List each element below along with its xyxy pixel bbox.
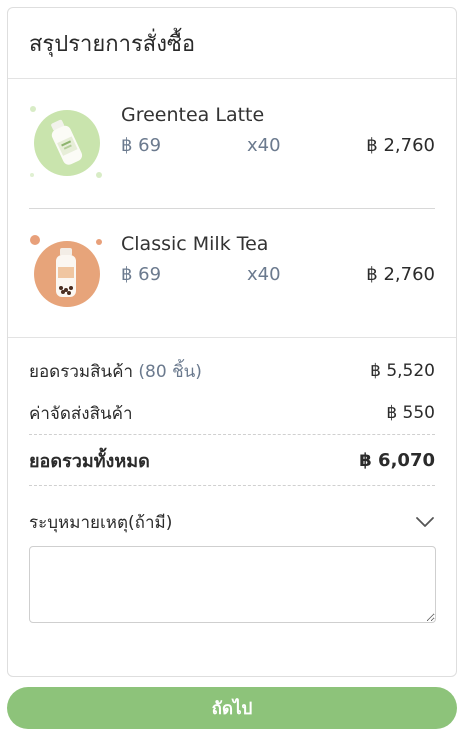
subtotal-row: ยอดรวมสินค้า (80 ชิ้น) ฿ 5,520 [29, 338, 435, 396]
item-total-price: ฿ 2,760 [366, 264, 435, 285]
milktea-bottle-icon [30, 235, 102, 307]
item-unit-price: ฿ 69 [121, 135, 162, 156]
item-name: Greentea Latte [121, 104, 265, 126]
item-total-price: ฿ 2,760 [366, 135, 435, 156]
item-quantity: x40 [247, 135, 281, 156]
shipping-value: ฿ 550 [386, 403, 435, 423]
shipping-row: ค่าจัดส่งสินค้า ฿ 550 [29, 396, 435, 434]
order-summary-card: สรุปรายการสั่งซื้อ Greentea Latte ฿ 69 x… [7, 7, 457, 677]
list-item: Classic Milk Tea ฿ 69 x40 ฿ 2,760 [29, 208, 435, 337]
subtotal-label: ยอดรวมสินค้า [29, 361, 134, 382]
grand-total-value: ฿ 6,070 [359, 449, 435, 471]
greentea-bottle-icon [30, 106, 102, 178]
card-header: สรุปรายการสั่งซื้อ [8, 8, 456, 79]
subtotal-label-group: ยอดรวมสินค้า (80 ชิ้น) [29, 358, 202, 385]
chevron-down-icon[interactable] [415, 512, 435, 532]
item-name: Classic Milk Tea [121, 233, 269, 255]
subtotal-count: (80 ชิ้น) [138, 361, 202, 382]
item-unit-price: ฿ 69 [121, 264, 162, 285]
list-item: Greentea Latte ฿ 69 x40 ฿ 2,760 [29, 79, 435, 208]
note-label: ระบุหมายเหตุ(ถ้ามี) [29, 512, 173, 533]
subtotal-value: ฿ 5,520 [370, 361, 435, 381]
order-items-list: Greentea Latte ฿ 69 x40 ฿ 2,760 Classic … [8, 79, 456, 337]
note-textarea[interactable] [29, 546, 436, 623]
item-quantity: x40 [247, 264, 281, 285]
grand-total-label: ยอดรวมทั้งหมด [29, 450, 150, 472]
shipping-label: ค่าจัดส่งสินค้า [29, 403, 133, 424]
price-summary: ยอดรวมสินค้า (80 ชิ้น) ฿ 5,520 ค่าจัดส่ง… [8, 337, 456, 623]
grand-total-row: ยอดรวมทั้งหมด ฿ 6,070 [29, 435, 435, 485]
next-button[interactable]: ถัดไป [7, 687, 457, 729]
page-title: สรุปรายการสั่งซื้อ [29, 31, 196, 57]
